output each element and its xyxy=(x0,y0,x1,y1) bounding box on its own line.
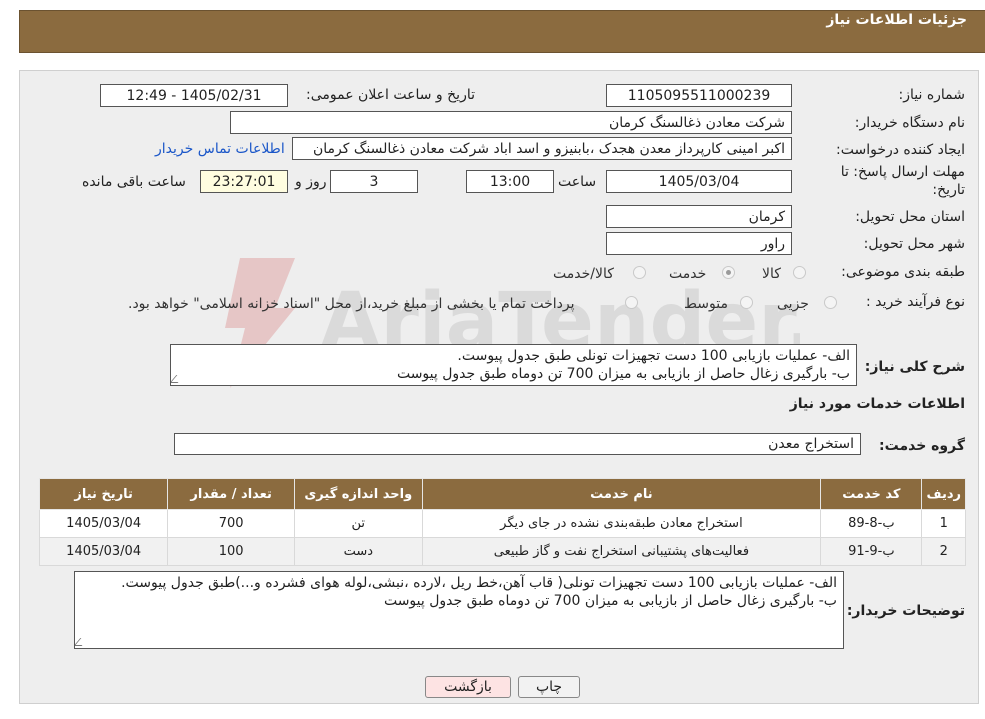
deadline-time-field: 13:00 xyxy=(466,170,554,193)
summary-line-2: ب- بارگیری زغال حاصل از بازیابی به میزان… xyxy=(396,366,850,382)
city-field: راور xyxy=(606,232,792,255)
deadline-label-line2: تاریخ: xyxy=(932,182,965,198)
cell-quantity: 700 xyxy=(167,509,295,538)
category-option-goods-service: کالا/خدمت xyxy=(553,266,614,282)
cell-service-code: ب-8-89 xyxy=(820,509,923,538)
province-label: استان محل تحویل: xyxy=(855,209,965,225)
remaining-days-field: 3 xyxy=(330,170,418,193)
print-button[interactable]: چاپ xyxy=(518,676,580,698)
buyer-org-field: شرکت معادن ذغالسنگ کرمان xyxy=(230,111,792,134)
announce-datetime-field: 1405/02/31 - 12:49 xyxy=(100,84,288,107)
services-table: ردیف کد خدمت نام خدمت واحد اندازه گیری ت… xyxy=(38,478,966,566)
resize-handle-icon[interactable] xyxy=(75,638,89,646)
table-header-row: ردیف کد خدمت نام خدمت واحد اندازه گیری ت… xyxy=(38,478,966,510)
category-radio-goods-service[interactable] xyxy=(633,266,646,279)
city-label: شهر محل تحویل: xyxy=(863,236,965,252)
days-label: روز و xyxy=(295,174,327,190)
buyer-notes-line-1: الف- عملیات بازیابی 100 دست تجهیزات تونل… xyxy=(121,575,837,591)
buyer-notes-textarea[interactable]: الف- عملیات بازیابی 100 دست تجهیزات تونل… xyxy=(74,571,844,649)
table-row: 1 ب-8-89 استخراج معادن طبقه‌بندی نشده در… xyxy=(38,509,966,538)
col-header-service-name: نام خدمت xyxy=(421,478,822,510)
cell-need-date: 1405/03/04 xyxy=(38,509,169,538)
process-radio-minor[interactable] xyxy=(824,296,837,309)
creator-label: ایجاد کننده درخواست: xyxy=(836,142,965,158)
buyer-contact-link[interactable]: اطلاعات تماس خریدار xyxy=(155,141,285,157)
col-header-unit: واحد اندازه گیری xyxy=(293,478,423,510)
summary-textarea[interactable]: الف- عملیات بازیابی 100 دست تجهیزات تونل… xyxy=(170,344,857,386)
col-header-service-code: کد خدمت xyxy=(820,478,923,510)
deadline-date-field: 1405/03/04 xyxy=(606,170,792,193)
need-number-label: شماره نیاز: xyxy=(898,87,966,103)
process-option-minor: جزیی xyxy=(777,296,809,312)
category-option-service: خدمت xyxy=(669,266,707,282)
province-field: کرمان xyxy=(606,205,792,228)
service-group-field: استخراج معدن xyxy=(174,433,861,455)
deadline-label-line1: مهلت ارسال پاسخ: تا xyxy=(840,164,965,180)
cell-quantity: 100 xyxy=(167,537,295,566)
cell-service-code: ب-9-91 xyxy=(820,537,923,566)
process-radio-medium[interactable] xyxy=(740,296,753,309)
col-header-quantity: تعداد / مقدار xyxy=(167,478,295,510)
summary-label: شرح کلی نیاز: xyxy=(864,359,965,375)
need-number-field: 1105095511000239 xyxy=(606,84,792,107)
cell-unit: تن xyxy=(293,509,423,538)
remaining-time-label: ساعت باقی مانده xyxy=(82,174,186,190)
buyer-org-label: نام دستگاه خریدار: xyxy=(854,115,965,131)
services-section-title: اطلاعات خدمات مورد نیاز xyxy=(789,396,965,412)
cell-need-date: 1405/03/04 xyxy=(38,537,169,566)
back-button[interactable]: بازگشت xyxy=(425,676,511,698)
announce-label: تاریخ و ساعت اعلان عمومی: xyxy=(306,87,475,103)
process-radio-treasury[interactable] xyxy=(625,296,638,309)
treasury-payment-note: پرداخت تمام یا بخشی از مبلغ خرید،از محل … xyxy=(128,296,575,312)
cell-row-number: 1 xyxy=(921,509,966,538)
buyer-notes-line-2: ب- بارگیری زغال حاصل از بازیابی به میزان… xyxy=(383,593,837,609)
category-option-goods: کالا xyxy=(762,266,781,282)
cell-service-name: فعالیت‌های پشتیبانی استخراج نفت و گاز طب… xyxy=(421,537,822,566)
page-title: جزئیات اطلاعات نیاز xyxy=(826,12,967,28)
cell-row-number: 2 xyxy=(921,537,966,566)
service-group-label: گروه خدمت: xyxy=(879,438,965,454)
process-option-medium: متوسط xyxy=(684,296,728,312)
process-label: نوع فرآیند خرید : xyxy=(866,294,965,310)
cell-service-name: استخراج معادن طبقه‌بندی نشده در جای دیگر xyxy=(421,509,822,538)
col-header-need-date: تاریخ نیاز xyxy=(38,478,169,510)
creator-field: اکبر امینی کارپرداز معدن هجدک ،بابنیزو و… xyxy=(292,137,792,160)
summary-line-1: الف- عملیات بازیابی 100 دست تجهیزات تونل… xyxy=(457,348,850,364)
col-header-row-number: ردیف xyxy=(921,478,966,510)
table-row: 2 ب-9-91 فعالیت‌های پشتیبانی استخراج نفت… xyxy=(38,537,966,566)
category-label: طبقه بندی موضوعی: xyxy=(841,264,965,280)
cell-unit: دست xyxy=(293,537,423,566)
buyer-notes-label: توضیحات خریدار: xyxy=(846,603,965,619)
remaining-time-field: 23:27:01 xyxy=(200,170,288,193)
deadline-hour-label: ساعت xyxy=(558,174,597,190)
category-radio-service[interactable] xyxy=(722,266,735,279)
category-radio-goods[interactable] xyxy=(793,266,806,279)
